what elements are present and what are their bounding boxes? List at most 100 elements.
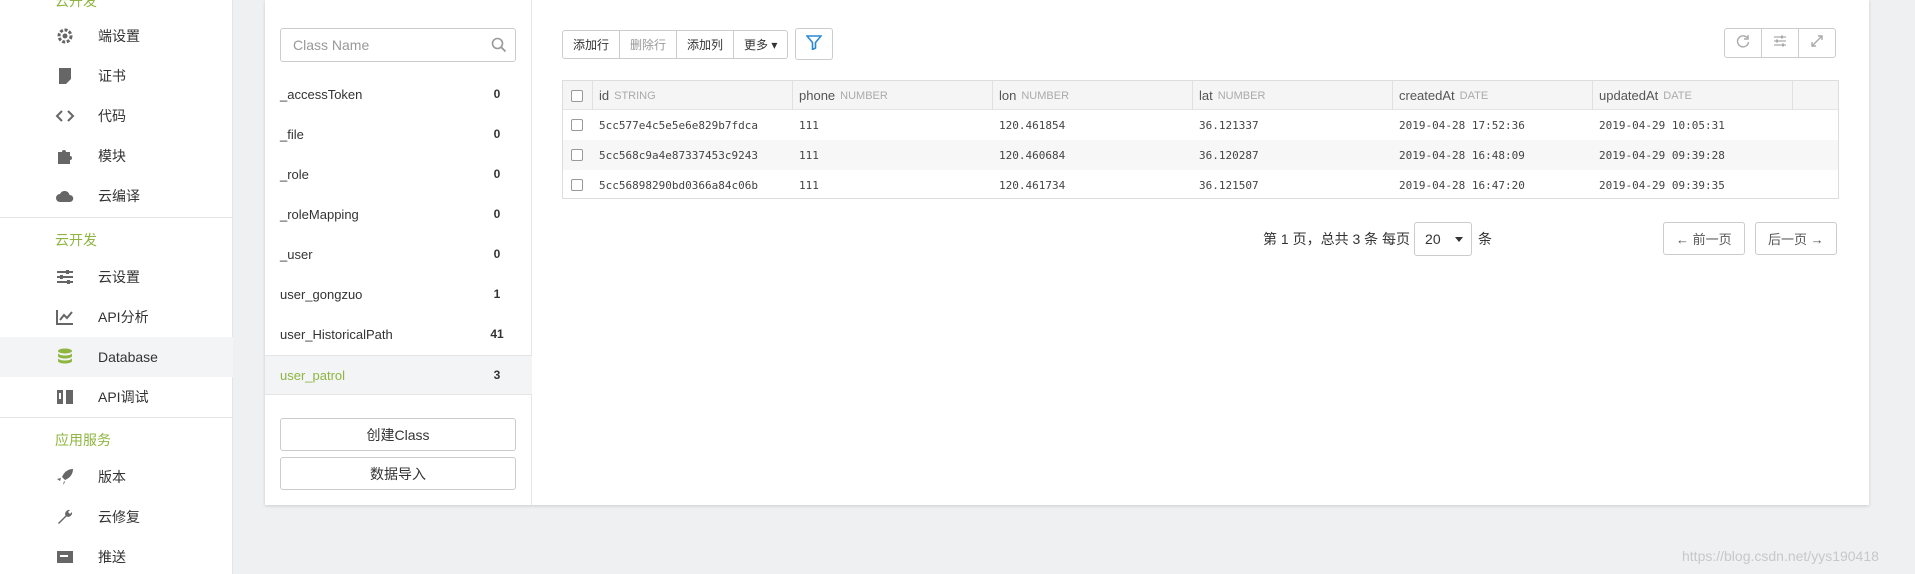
page-summary: 第 1 页，总共 3 条 每页 (1263, 231, 1411, 247)
fullscreen-button[interactable] (1798, 28, 1836, 58)
sidebar-item-cloud-settings[interactable]: 云设置 (0, 257, 233, 297)
sidebar-item-label: API分析 (98, 309, 149, 325)
filter-button[interactable] (795, 28, 833, 60)
pagination: 第 1 页，总共 3 条 每页 20 条 (1263, 222, 1492, 256)
add-column-button[interactable]: 添加列 (676, 30, 735, 59)
cell-updated-at[interactable]: 2019-04-29 10:05:31 (1593, 110, 1725, 140)
sidebar-item-label: 模块 (98, 148, 126, 164)
class-item[interactable]: _file 0 (265, 114, 532, 154)
sidebar-item-endpoint-settings[interactable]: 端设置 (0, 16, 233, 56)
sidebar-section-cut: 云开发 (55, 0, 97, 9)
cell-phone[interactable]: 111 (793, 170, 819, 200)
database-panel: _accessToken 0 _file 0 _role 0 _roleMapp… (265, 0, 1869, 505)
table-row[interactable]: 5cc577e4c5e5e6e829b7fdca 111 120.461854 … (563, 110, 1838, 140)
class-item-active[interactable]: user_patrol 3 (265, 355, 532, 395)
class-item[interactable]: user_gongzuo 1 (265, 274, 532, 314)
sidebar-item-label: API调试 (98, 389, 149, 405)
filter-icon (805, 34, 823, 55)
debug-icon (54, 386, 76, 408)
column-settings-button[interactable] (1761, 28, 1799, 58)
sidebar-item-label: 版本 (98, 469, 126, 485)
sidebar-item-push[interactable]: 推送 (0, 537, 233, 574)
sidebar-item-label: 云修复 (98, 509, 140, 525)
cell-lon[interactable]: 120.461854 (993, 110, 1065, 140)
sidebar-item-certificate[interactable]: 证书 (0, 56, 233, 96)
class-item[interactable]: _user 0 (265, 234, 532, 274)
class-count: 0 (493, 167, 501, 181)
cell-lon[interactable]: 120.461734 (993, 170, 1065, 200)
sidebar-section-cloud: 云开发 (55, 232, 97, 248)
cell-id[interactable]: 5cc577e4c5e5e6e829b7fdca (593, 110, 758, 140)
row-select (563, 170, 583, 200)
class-count: 1 (493, 287, 501, 301)
cell-lat[interactable]: 36.121507 (1193, 170, 1259, 200)
cell-updated-at[interactable]: 2019-04-29 09:39:35 (1593, 170, 1725, 200)
refresh-button[interactable] (1724, 28, 1762, 58)
next-page-button[interactable]: 后一页 → (1755, 222, 1837, 255)
refresh-icon (1736, 34, 1750, 53)
class-item[interactable]: user_HistoricalPath 41 (265, 314, 532, 354)
create-class-button[interactable]: 创建Class (280, 418, 516, 451)
class-name: _user (280, 246, 313, 262)
caret-down-icon: ▾ (771, 38, 778, 52)
column-header[interactable]: lon NUMBER (993, 81, 1193, 110)
prev-page-button[interactable]: ← 前一页 (1663, 222, 1745, 255)
cell-updated-at[interactable]: 2019-04-29 09:39:28 (1593, 140, 1725, 170)
sidebar-item-label: 证书 (98, 68, 126, 84)
sidebar-item-api-debug[interactable]: API调试 (0, 377, 233, 417)
sidebar-item-code[interactable]: 代码 (0, 96, 233, 136)
column-header[interactable]: phone NUMBER (793, 81, 993, 110)
sidebar-item-cloud-repair[interactable]: 云修复 (0, 497, 233, 537)
column-header[interactable]: lat NUMBER (1193, 81, 1393, 110)
more-dropdown-button[interactable]: 更多 ▾ (733, 30, 789, 59)
page-size-select[interactable]: 20 (1414, 222, 1473, 256)
select-all-checkbox[interactable] (571, 89, 583, 102)
column-header[interactable]: createdAt DATE (1393, 81, 1593, 110)
sidebar-item-label: 云编译 (98, 188, 140, 204)
row-checkbox[interactable] (571, 149, 583, 161)
cell-created-at[interactable]: 2019-04-28 16:48:09 (1393, 140, 1525, 170)
class-item[interactable]: _accessToken 0 (265, 74, 532, 114)
sidebar-divider (0, 417, 233, 418)
class-item[interactable]: _role 0 (265, 154, 532, 194)
data-table: id STRING phone NUMBER lon NUMBER lat NUMBER… (562, 80, 1839, 199)
sidebar-item-modules[interactable]: 模块 (0, 136, 233, 176)
class-count: 0 (493, 127, 501, 141)
cell-phone[interactable]: 111 (793, 110, 819, 140)
import-data-button[interactable]: 数据导入 (280, 457, 516, 490)
class-name: _role (280, 166, 309, 182)
class-name: user_patrol (280, 367, 346, 383)
add-row-button[interactable]: 添加行 (562, 30, 621, 59)
cell-lon[interactable]: 120.460684 (993, 140, 1065, 170)
cell-id[interactable]: 5cc56898290bd0366a84c06b (593, 170, 758, 200)
table-row[interactable]: 5cc56898290bd0366a84c06b 111 120.461734 … (563, 170, 1838, 200)
cell-lat[interactable]: 36.120287 (1193, 140, 1259, 170)
row-select (563, 110, 583, 140)
cell-created-at[interactable]: 2019-04-28 17:52:36 (1393, 110, 1525, 140)
class-search (280, 28, 516, 62)
table-row[interactable]: 5cc568c9a4e87337453c9243 111 120.460684 … (563, 140, 1838, 170)
search-icon[interactable] (491, 37, 507, 58)
column-header[interactable]: id STRING (593, 81, 793, 110)
data-toolbar: 添加行 删除行 添加列 更多 ▾ (562, 30, 789, 59)
class-search-input[interactable] (281, 30, 481, 60)
row-checkbox[interactable] (571, 119, 583, 131)
sidebar-item-version[interactable]: 版本 (0, 457, 233, 497)
sidebar-item-database[interactable]: Database (0, 337, 233, 377)
cell-phone[interactable]: 111 (793, 140, 819, 170)
sidebar-item-api-analytics[interactable]: API分析 (0, 297, 233, 337)
database-icon (54, 346, 76, 368)
delete-row-button[interactable]: 删除行 (619, 30, 678, 59)
cell-id[interactable]: 5cc568c9a4e87337453c9243 (593, 140, 758, 170)
cell-lat[interactable]: 36.121337 (1193, 110, 1259, 140)
class-count: 0 (493, 247, 501, 261)
cell-created-at[interactable]: 2019-04-28 16:47:20 (1393, 170, 1525, 200)
page-size-value: 20 (1425, 231, 1441, 247)
row-select (563, 140, 583, 170)
wrench-icon (54, 506, 76, 528)
page-size-unit: 条 (1478, 231, 1493, 247)
column-header[interactable]: updatedAt DATE (1593, 81, 1793, 110)
class-item[interactable]: _roleMapping 0 (265, 194, 532, 234)
row-checkbox[interactable] (571, 179, 583, 191)
sidebar-item-cloud-compile[interactable]: 云编译 (0, 176, 233, 216)
